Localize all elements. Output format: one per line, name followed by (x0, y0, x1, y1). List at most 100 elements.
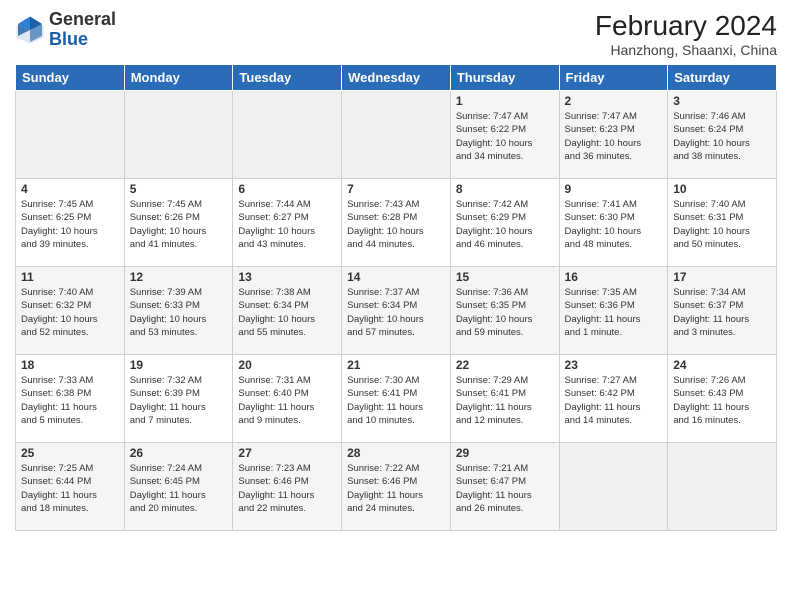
day-number: 22 (456, 358, 554, 372)
day-number: 26 (130, 446, 228, 460)
calendar-cell (342, 91, 451, 179)
day-info: Sunrise: 7:42 AM Sunset: 6:29 PM Dayligh… (456, 198, 554, 251)
calendar-cell: 6 Sunrise: 7:44 AM Sunset: 6:27 PM Daylig… (233, 179, 342, 267)
calendar-header-friday: Friday (559, 65, 668, 91)
day-number: 6 (238, 182, 336, 196)
day-info: Sunrise: 7:43 AM Sunset: 6:28 PM Dayligh… (347, 198, 445, 251)
day-info: Sunrise: 7:38 AM Sunset: 6:34 PM Dayligh… (238, 286, 336, 339)
calendar-cell: 3Sunrise: 7:46 AM Sunset: 6:24 PM Daylig… (668, 91, 777, 179)
calendar-cell: 9Sunrise: 7:41 AM Sunset: 6:30 PM Daylig… (559, 179, 668, 267)
day-info: Sunrise: 7:30 AM Sunset: 6:41 PM Dayligh… (347, 374, 445, 427)
calendar-cell: 8 Sunrise: 7:42 AM Sunset: 6:29 PM Daylig… (450, 179, 559, 267)
day-info: Sunrise: 7:23 AM Sunset: 6:46 PM Dayligh… (238, 462, 336, 515)
day-info: Sunrise: 7:46 AM Sunset: 6:24 PM Dayligh… (673, 110, 771, 163)
day-number: 16 (565, 270, 663, 284)
calendar-cell (16, 91, 125, 179)
calendar-header-saturday: Saturday (668, 65, 777, 91)
header: General Blue February 2024 Hanzhong, Sha… (15, 10, 777, 58)
day-info: Sunrise: 7:25 AM Sunset: 6:44 PM Dayligh… (21, 462, 119, 515)
calendar-cell: 13Sunrise: 7:38 AM Sunset: 6:34 PM Dayli… (233, 267, 342, 355)
calendar-cell: 7 Sunrise: 7:43 AM Sunset: 6:28 PM Daylig… (342, 179, 451, 267)
calendar-cell: 22Sunrise: 7:29 AM Sunset: 6:41 PM Dayli… (450, 355, 559, 443)
day-number: 7 (347, 182, 445, 196)
calendar-cell (124, 91, 233, 179)
calendar-cell (668, 443, 777, 531)
calendar-cell: 2 Sunrise: 7:47 AM Sunset: 6:23 PM Daylig… (559, 91, 668, 179)
calendar-cell: 25 Sunrise: 7:25 AM Sunset: 6:44 PM Dayli… (16, 443, 125, 531)
day-info: Sunrise: 7:31 AM Sunset: 6:40 PM Dayligh… (238, 374, 336, 427)
day-info: Sunrise: 7:40 AM Sunset: 6:31 PM Dayligh… (673, 198, 771, 251)
day-number: 14 (347, 270, 445, 284)
day-number: 9 (565, 182, 663, 196)
day-info: Sunrise: 7:26 AM Sunset: 6:43 PM Dayligh… (673, 374, 771, 427)
day-info: Sunrise: 7:47 AM Sunset: 6:23 PM Dayligh… (565, 110, 663, 163)
calendar-cell: 20 Sunrise: 7:31 AM Sunset: 6:40 PM Dayli… (233, 355, 342, 443)
day-number: 5 (130, 182, 228, 196)
title-block: February 2024 Hanzhong, Shaanxi, China (595, 10, 777, 58)
day-number: 8 (456, 182, 554, 196)
calendar-week-4: 18 Sunrise: 7:33 AM Sunset: 6:38 PM Dayli… (16, 355, 777, 443)
day-number: 25 (21, 446, 119, 460)
calendar-header-monday: Monday (124, 65, 233, 91)
day-number: 11 (21, 270, 119, 284)
day-number: 4 (21, 182, 119, 196)
day-number: 17 (673, 270, 771, 284)
calendar-cell: 15 Sunrise: 7:36 AM Sunset: 6:35 PM Dayli… (450, 267, 559, 355)
day-info: Sunrise: 7:34 AM Sunset: 6:37 PM Dayligh… (673, 286, 771, 339)
calendar-cell: 17 Sunrise: 7:34 AM Sunset: 6:37 PM Dayli… (668, 267, 777, 355)
day-info: Sunrise: 7:33 AM Sunset: 6:38 PM Dayligh… (21, 374, 119, 427)
day-number: 27 (238, 446, 336, 460)
calendar-week-2: 4 Sunrise: 7:45 AM Sunset: 6:25 PM Daylig… (16, 179, 777, 267)
day-info: Sunrise: 7:24 AM Sunset: 6:45 PM Dayligh… (130, 462, 228, 515)
calendar-cell (559, 443, 668, 531)
calendar-cell: 4 Sunrise: 7:45 AM Sunset: 6:25 PM Daylig… (16, 179, 125, 267)
calendar-header-wednesday: Wednesday (342, 65, 451, 91)
day-number: 18 (21, 358, 119, 372)
calendar-cell: 18 Sunrise: 7:33 AM Sunset: 6:38 PM Dayli… (16, 355, 125, 443)
day-number: 2 (565, 94, 663, 108)
calendar-cell: 28 Sunrise: 7:22 AM Sunset: 6:46 PM Dayli… (342, 443, 451, 531)
calendar-cell: 10 Sunrise: 7:40 AM Sunset: 6:31 PM Dayli… (668, 179, 777, 267)
logo-text: General Blue (49, 10, 116, 50)
day-info: Sunrise: 7:27 AM Sunset: 6:42 PM Dayligh… (565, 374, 663, 427)
calendar-cell: 5 Sunrise: 7:45 AM Sunset: 6:26 PM Daylig… (124, 179, 233, 267)
day-info: Sunrise: 7:35 AM Sunset: 6:36 PM Dayligh… (565, 286, 663, 339)
calendar-header-sunday: Sunday (16, 65, 125, 91)
day-number: 24 (673, 358, 771, 372)
day-number: 15 (456, 270, 554, 284)
calendar-week-3: 11 Sunrise: 7:40 AM Sunset: 6:32 PM Dayli… (16, 267, 777, 355)
calendar-cell: 21Sunrise: 7:30 AM Sunset: 6:41 PM Dayli… (342, 355, 451, 443)
day-info: Sunrise: 7:45 AM Sunset: 6:25 PM Dayligh… (21, 198, 119, 251)
day-info: Sunrise: 7:45 AM Sunset: 6:26 PM Dayligh… (130, 198, 228, 251)
calendar-cell: 11 Sunrise: 7:40 AM Sunset: 6:32 PM Dayli… (16, 267, 125, 355)
day-number: 10 (673, 182, 771, 196)
day-number: 19 (130, 358, 228, 372)
calendar-cell: 1 Sunrise: 7:47 AM Sunset: 6:22 PM Daylig… (450, 91, 559, 179)
day-number: 20 (238, 358, 336, 372)
day-info: Sunrise: 7:22 AM Sunset: 6:46 PM Dayligh… (347, 462, 445, 515)
calendar-cell (233, 91, 342, 179)
calendar-header-tuesday: Tuesday (233, 65, 342, 91)
calendar: SundayMondayTuesdayWednesdayThursdayFrid… (15, 64, 777, 531)
day-info: Sunrise: 7:47 AM Sunset: 6:22 PM Dayligh… (456, 110, 554, 163)
calendar-cell: 23 Sunrise: 7:27 AM Sunset: 6:42 PM Dayli… (559, 355, 668, 443)
day-number: 1 (456, 94, 554, 108)
day-number: 28 (347, 446, 445, 460)
calendar-cell: 26 Sunrise: 7:24 AM Sunset: 6:45 PM Dayli… (124, 443, 233, 531)
location: Hanzhong, Shaanxi, China (595, 42, 777, 58)
day-info: Sunrise: 7:39 AM Sunset: 6:33 PM Dayligh… (130, 286, 228, 339)
day-info: Sunrise: 7:37 AM Sunset: 6:34 PM Dayligh… (347, 286, 445, 339)
day-number: 23 (565, 358, 663, 372)
page: General Blue February 2024 Hanzhong, Sha… (0, 0, 792, 612)
calendar-week-1: 1 Sunrise: 7:47 AM Sunset: 6:22 PM Daylig… (16, 91, 777, 179)
calendar-cell: 14 Sunrise: 7:37 AM Sunset: 6:34 PM Dayli… (342, 267, 451, 355)
day-info: Sunrise: 7:40 AM Sunset: 6:32 PM Dayligh… (21, 286, 119, 339)
day-info: Sunrise: 7:36 AM Sunset: 6:35 PM Dayligh… (456, 286, 554, 339)
calendar-cell: 29Sunrise: 7:21 AM Sunset: 6:47 PM Dayli… (450, 443, 559, 531)
day-info: Sunrise: 7:32 AM Sunset: 6:39 PM Dayligh… (130, 374, 228, 427)
calendar-cell: 16 Sunrise: 7:35 AM Sunset: 6:36 PM Dayli… (559, 267, 668, 355)
day-info: Sunrise: 7:21 AM Sunset: 6:47 PM Dayligh… (456, 462, 554, 515)
day-info: Sunrise: 7:44 AM Sunset: 6:27 PM Dayligh… (238, 198, 336, 251)
calendar-header-row: SundayMondayTuesdayWednesdayThursdayFrid… (16, 65, 777, 91)
calendar-week-5: 25 Sunrise: 7:25 AM Sunset: 6:44 PM Dayli… (16, 443, 777, 531)
